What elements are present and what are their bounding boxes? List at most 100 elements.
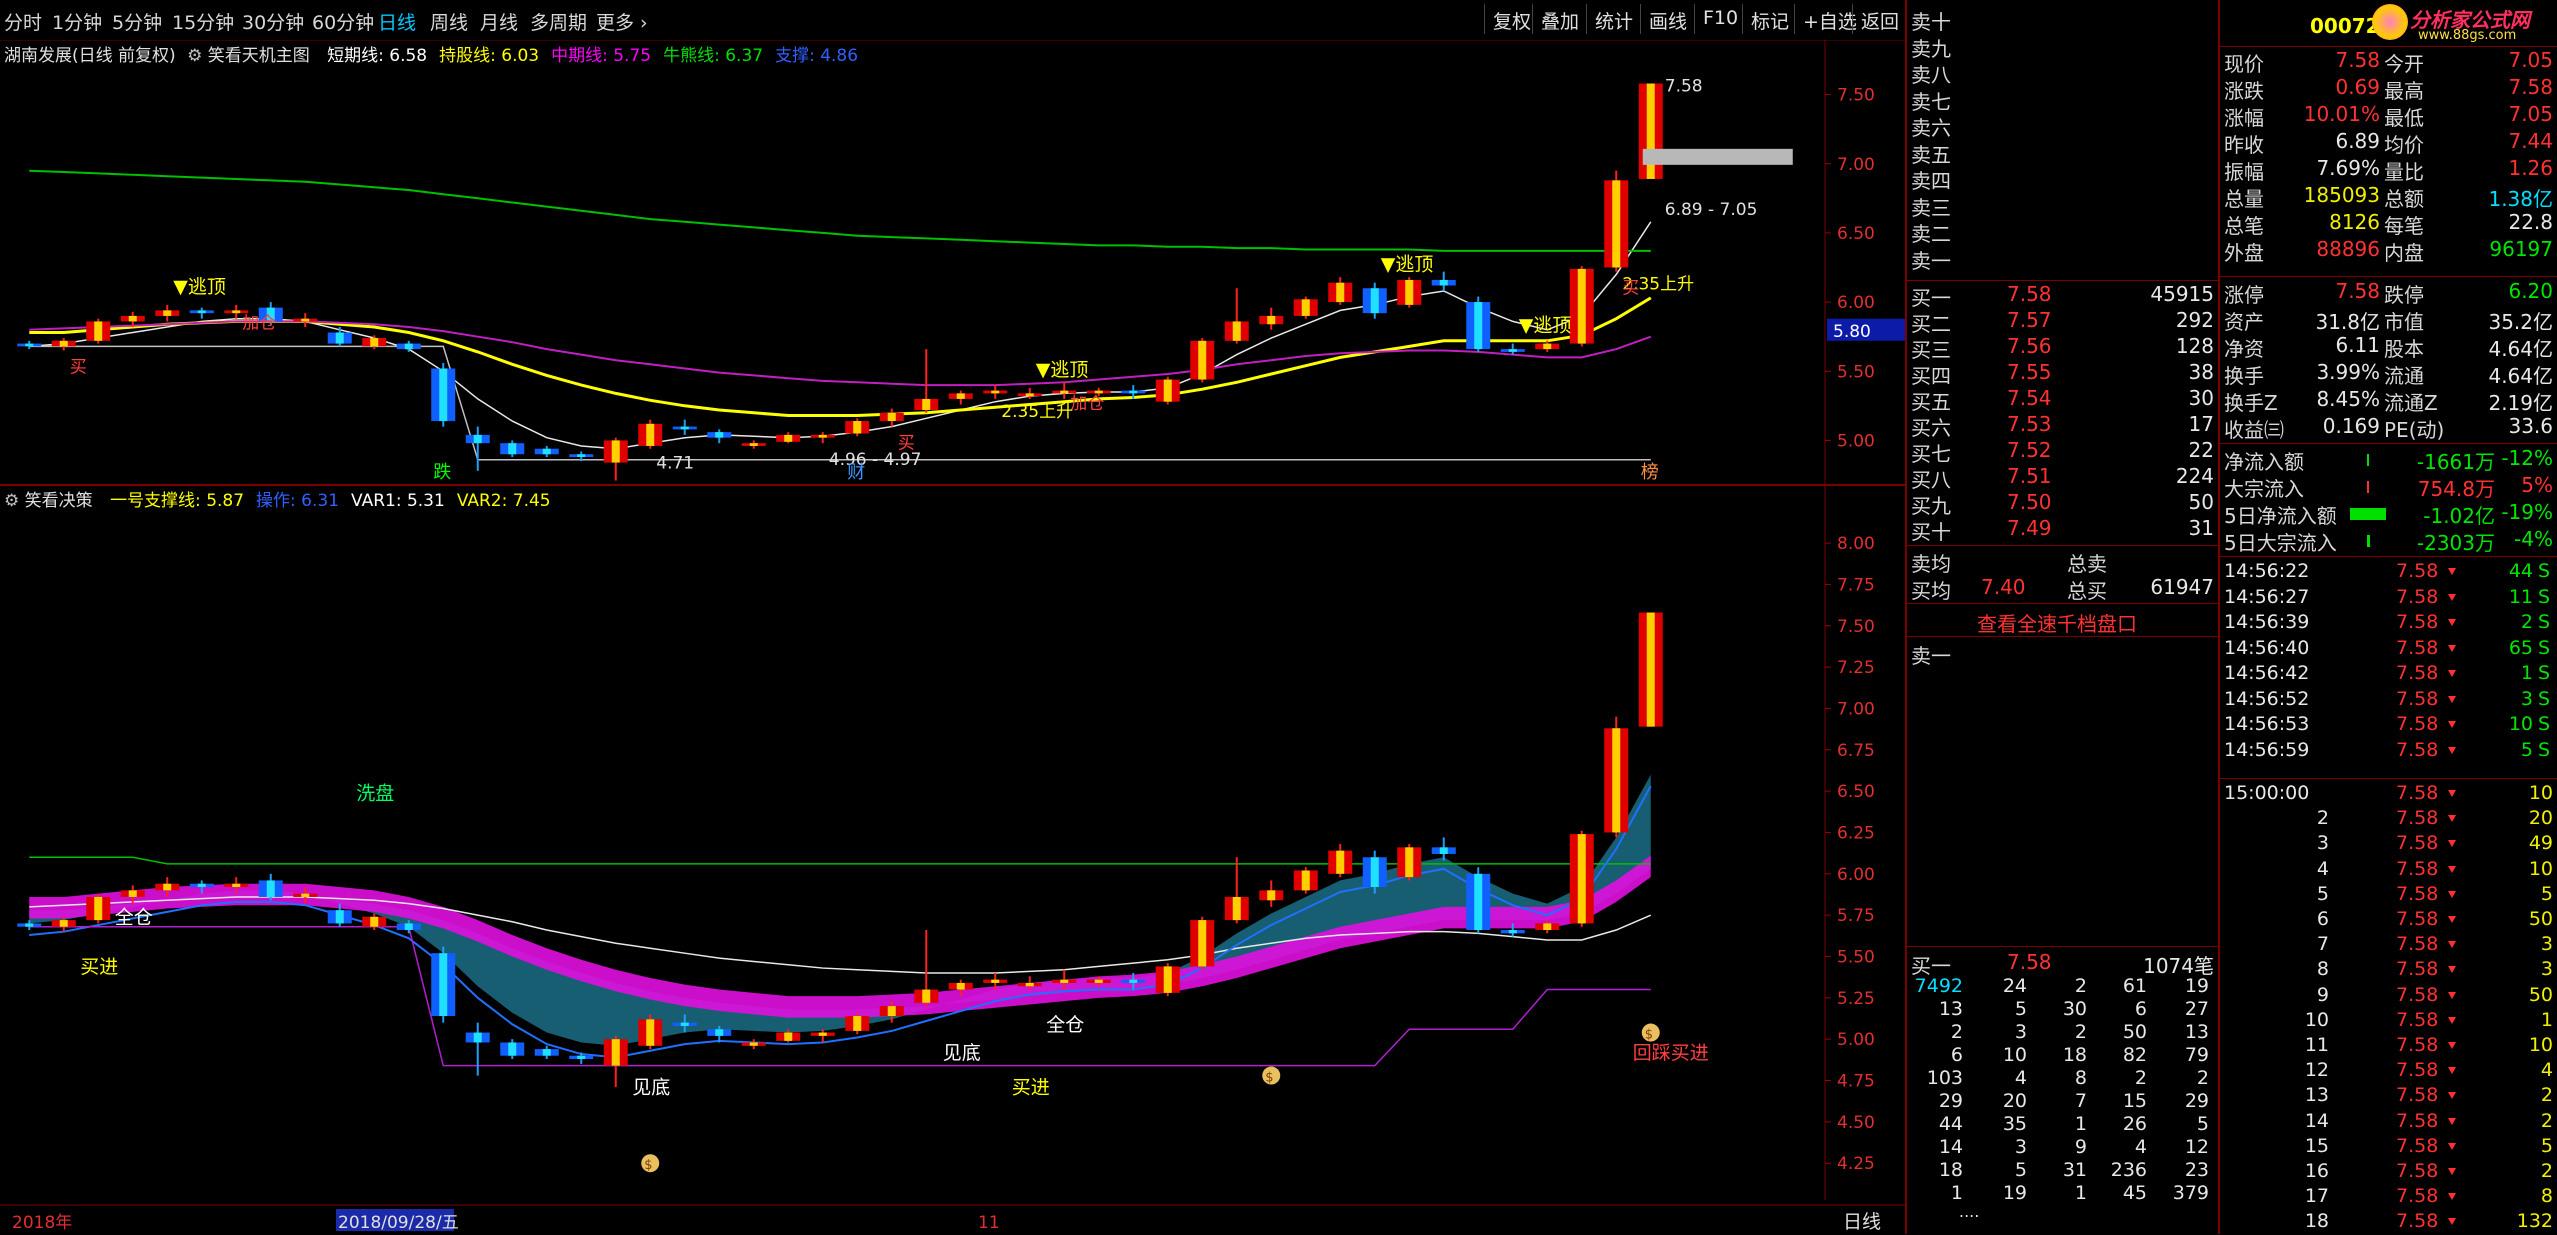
quote-stat-row-3: 昨收 6.89 均价 7.44	[2224, 129, 2553, 157]
buy-level-3[interactable]: 买四 7.55 38	[1907, 360, 2218, 388]
event-marker-2[interactable]: 榜	[1641, 462, 1659, 483]
sell-level-0[interactable]: 卖十	[1911, 6, 1951, 35]
close-tick-row-6: 7 7.58 3	[2316, 933, 2553, 956]
main-annotation-13: 4.96 - 4.97	[829, 450, 922, 470]
toolbar-button-0[interactable]: 复权	[1484, 4, 1539, 34]
main-candle-46	[1604, 170, 1629, 272]
sub-label-6: 全仓	[1046, 1014, 1084, 1036]
main-candle-19	[672, 419, 697, 435]
down-arrow-icon	[2448, 1168, 2456, 1175]
down-arrow-icon	[2448, 941, 2456, 949]
buy-level-7[interactable]: 买八 7.51 224	[1907, 464, 2218, 492]
main-annotation-10: 买	[1622, 279, 1639, 299]
time-label-1: 2018/09/28/五	[338, 1213, 459, 1233]
sub-ytick-11: 5.25	[1837, 989, 1875, 1009]
money-bag-icon[interactable]: $	[1641, 1023, 1660, 1043]
toolbar-button-4[interactable]: F10	[1694, 4, 1746, 34]
money-bag-icon[interactable]: $	[1262, 1066, 1281, 1086]
main-annotation-4: ▼逃顶	[1381, 254, 1434, 276]
sell-level-1[interactable]: 卖九	[1911, 33, 1951, 62]
sell-level-6[interactable]: 卖四	[1911, 165, 1951, 194]
main-legend-items: 短期线: 6.58 持股线: 6.03 中期线: 5.75 牛熊线: 6.37 支撑: …	[315, 46, 858, 66]
down-arrow-icon	[2448, 1042, 2456, 1049]
down-arrow-icon	[2448, 916, 2456, 923]
sub-candle-47	[1638, 612, 1663, 727]
toolbar-button-3[interactable]: 画线	[1640, 4, 1695, 34]
period-tab-3[interactable]: 15分钟	[172, 8, 234, 35]
buy-level-9[interactable]: 买十 7.49 31	[1907, 516, 2218, 544]
buy-level-6[interactable]: 买七 7.52 22	[1907, 438, 2218, 466]
sub-candle-18	[638, 1014, 663, 1050]
main-annotation-0: ▼逃顶	[173, 276, 226, 298]
main-candle-22	[776, 432, 801, 444]
sell-level-2[interactable]: 卖八	[1911, 59, 1951, 88]
period-tab-5[interactable]: 60分钟	[312, 8, 374, 35]
down-arrow-icon	[2448, 1218, 2456, 1226]
main-annotation-2: 加仓	[242, 314, 276, 334]
buy-level-4[interactable]: 买五 7.54 30	[1907, 386, 2218, 414]
period-tab-1[interactable]: 1分钟	[52, 8, 102, 35]
settings-icon[interactable]: ⚙	[4, 491, 19, 511]
toolbar-button-1[interactable]: 叠加	[1532, 4, 1587, 34]
money-bag-icon[interactable]: $	[641, 1154, 660, 1173]
period-tab-8[interactable]: 月线	[480, 8, 518, 35]
sub-candle-2	[86, 893, 111, 924]
buy-level-2[interactable]: 买三 7.56 128	[1907, 334, 2218, 362]
close-tick-row-15: 16 7.58 2	[2304, 1160, 2553, 1182]
main-indicator-name[interactable]: 笑看天机主图	[208, 46, 310, 66]
toolbar-button-2[interactable]: 统计	[1586, 4, 1641, 34]
main-candle-42	[1466, 296, 1491, 352]
sell-level-9[interactable]: 卖一	[1911, 245, 1951, 274]
sell-level-7[interactable]: 卖三	[1911, 192, 1951, 221]
sell-level-5[interactable]: 卖五	[1911, 139, 1951, 168]
settings-icon[interactable]: ⚙	[187, 46, 202, 66]
sell-one-queue: 卖一	[1911, 644, 1951, 668]
period-tab-7[interactable]: 周线	[430, 8, 468, 35]
main-candle-8	[293, 313, 318, 327]
legend-item-3: VAR2: 7.45	[456, 491, 551, 511]
full-queue-link[interactable]: 查看全速千档盘口	[1977, 608, 2137, 637]
event-marker-1[interactable]: 财	[847, 462, 865, 483]
main-candle-33	[1155, 376, 1180, 405]
sell-level-8[interactable]: 卖二	[1911, 218, 1951, 247]
period-button[interactable]: 日线	[1843, 1211, 1881, 1233]
flow-bar-3	[2366, 535, 2370, 547]
sub-candle-33	[1155, 963, 1180, 997]
main-candle-27	[948, 390, 973, 405]
sub-candle-12	[431, 946, 456, 1023]
sell-level-3[interactable]: 卖七	[1911, 86, 1951, 115]
period-tab-6[interactable]: 日线	[378, 8, 416, 35]
toolbar-button-7[interactable]: 返回	[1852, 4, 1907, 34]
period-tab-0[interactable]: 分时	[4, 8, 42, 35]
main-ytick-4: 5.50	[1837, 362, 1875, 382]
sub-indicator-name[interactable]: 笑看决策	[25, 491, 93, 511]
kline-chart[interactable]: 7.50 7.00 6.50 6.00 5.50 5.00 8.00 7.75 7.50 7.25…	[0, 40, 1905, 1234]
sub-label-4: 见底	[943, 1042, 981, 1064]
quote-stat-row-1: 涨跌 0.69 最高 7.58	[2224, 75, 2553, 103]
period-tab-4[interactable]: 30分钟	[242, 8, 304, 35]
event-marker-0[interactable]: 跌	[433, 462, 451, 483]
close-tick-row-8: 9 7.58 50	[2316, 983, 2553, 1006]
period-tab-2[interactable]: 5分钟	[112, 8, 162, 35]
down-arrow-icon	[2448, 1016, 2456, 1024]
main-stock-name: 湖南发展(日线 前复权)	[4, 46, 176, 66]
buy-level-1[interactable]: 买二 7.57 292	[1907, 308, 2218, 336]
quote-fund-row-4: 换手Z 8.45% 流通Z 2.19亿	[2224, 387, 2553, 415]
close-tick-row-1: 2 7.58 20	[2316, 807, 2553, 830]
sub-ytick-14: 4.50	[1837, 1113, 1875, 1133]
buy-level-8[interactable]: 买九 7.50 50	[1907, 490, 2218, 518]
tick-row-5: 14:56:52 7.58 3 S	[2224, 687, 2551, 710]
period-tab-9[interactable]: 多周期	[530, 8, 587, 35]
close-tick-row-3: 4 7.58 10	[2316, 857, 2553, 880]
sell-level-4[interactable]: 卖六	[1911, 112, 1951, 141]
buy-level-0[interactable]: 买一 7.58 45915	[1907, 282, 2218, 310]
quote-stat-row-5: 总量 185093 总额 1.38亿	[2224, 183, 2553, 211]
svg-text:$: $	[1265, 1071, 1273, 1086]
period-tab-10[interactable]: 更多 ›	[596, 8, 648, 35]
sub-candle-41	[1431, 837, 1456, 861]
sub-label-2: 买进	[80, 956, 118, 978]
buy-level-5[interactable]: 买六 7.53 17	[1907, 412, 2218, 440]
toolbar-button-5[interactable]: 标记	[1742, 4, 1797, 34]
down-arrow-icon	[2448, 1092, 2456, 1100]
sub-label-5: 买进	[1012, 1077, 1050, 1099]
